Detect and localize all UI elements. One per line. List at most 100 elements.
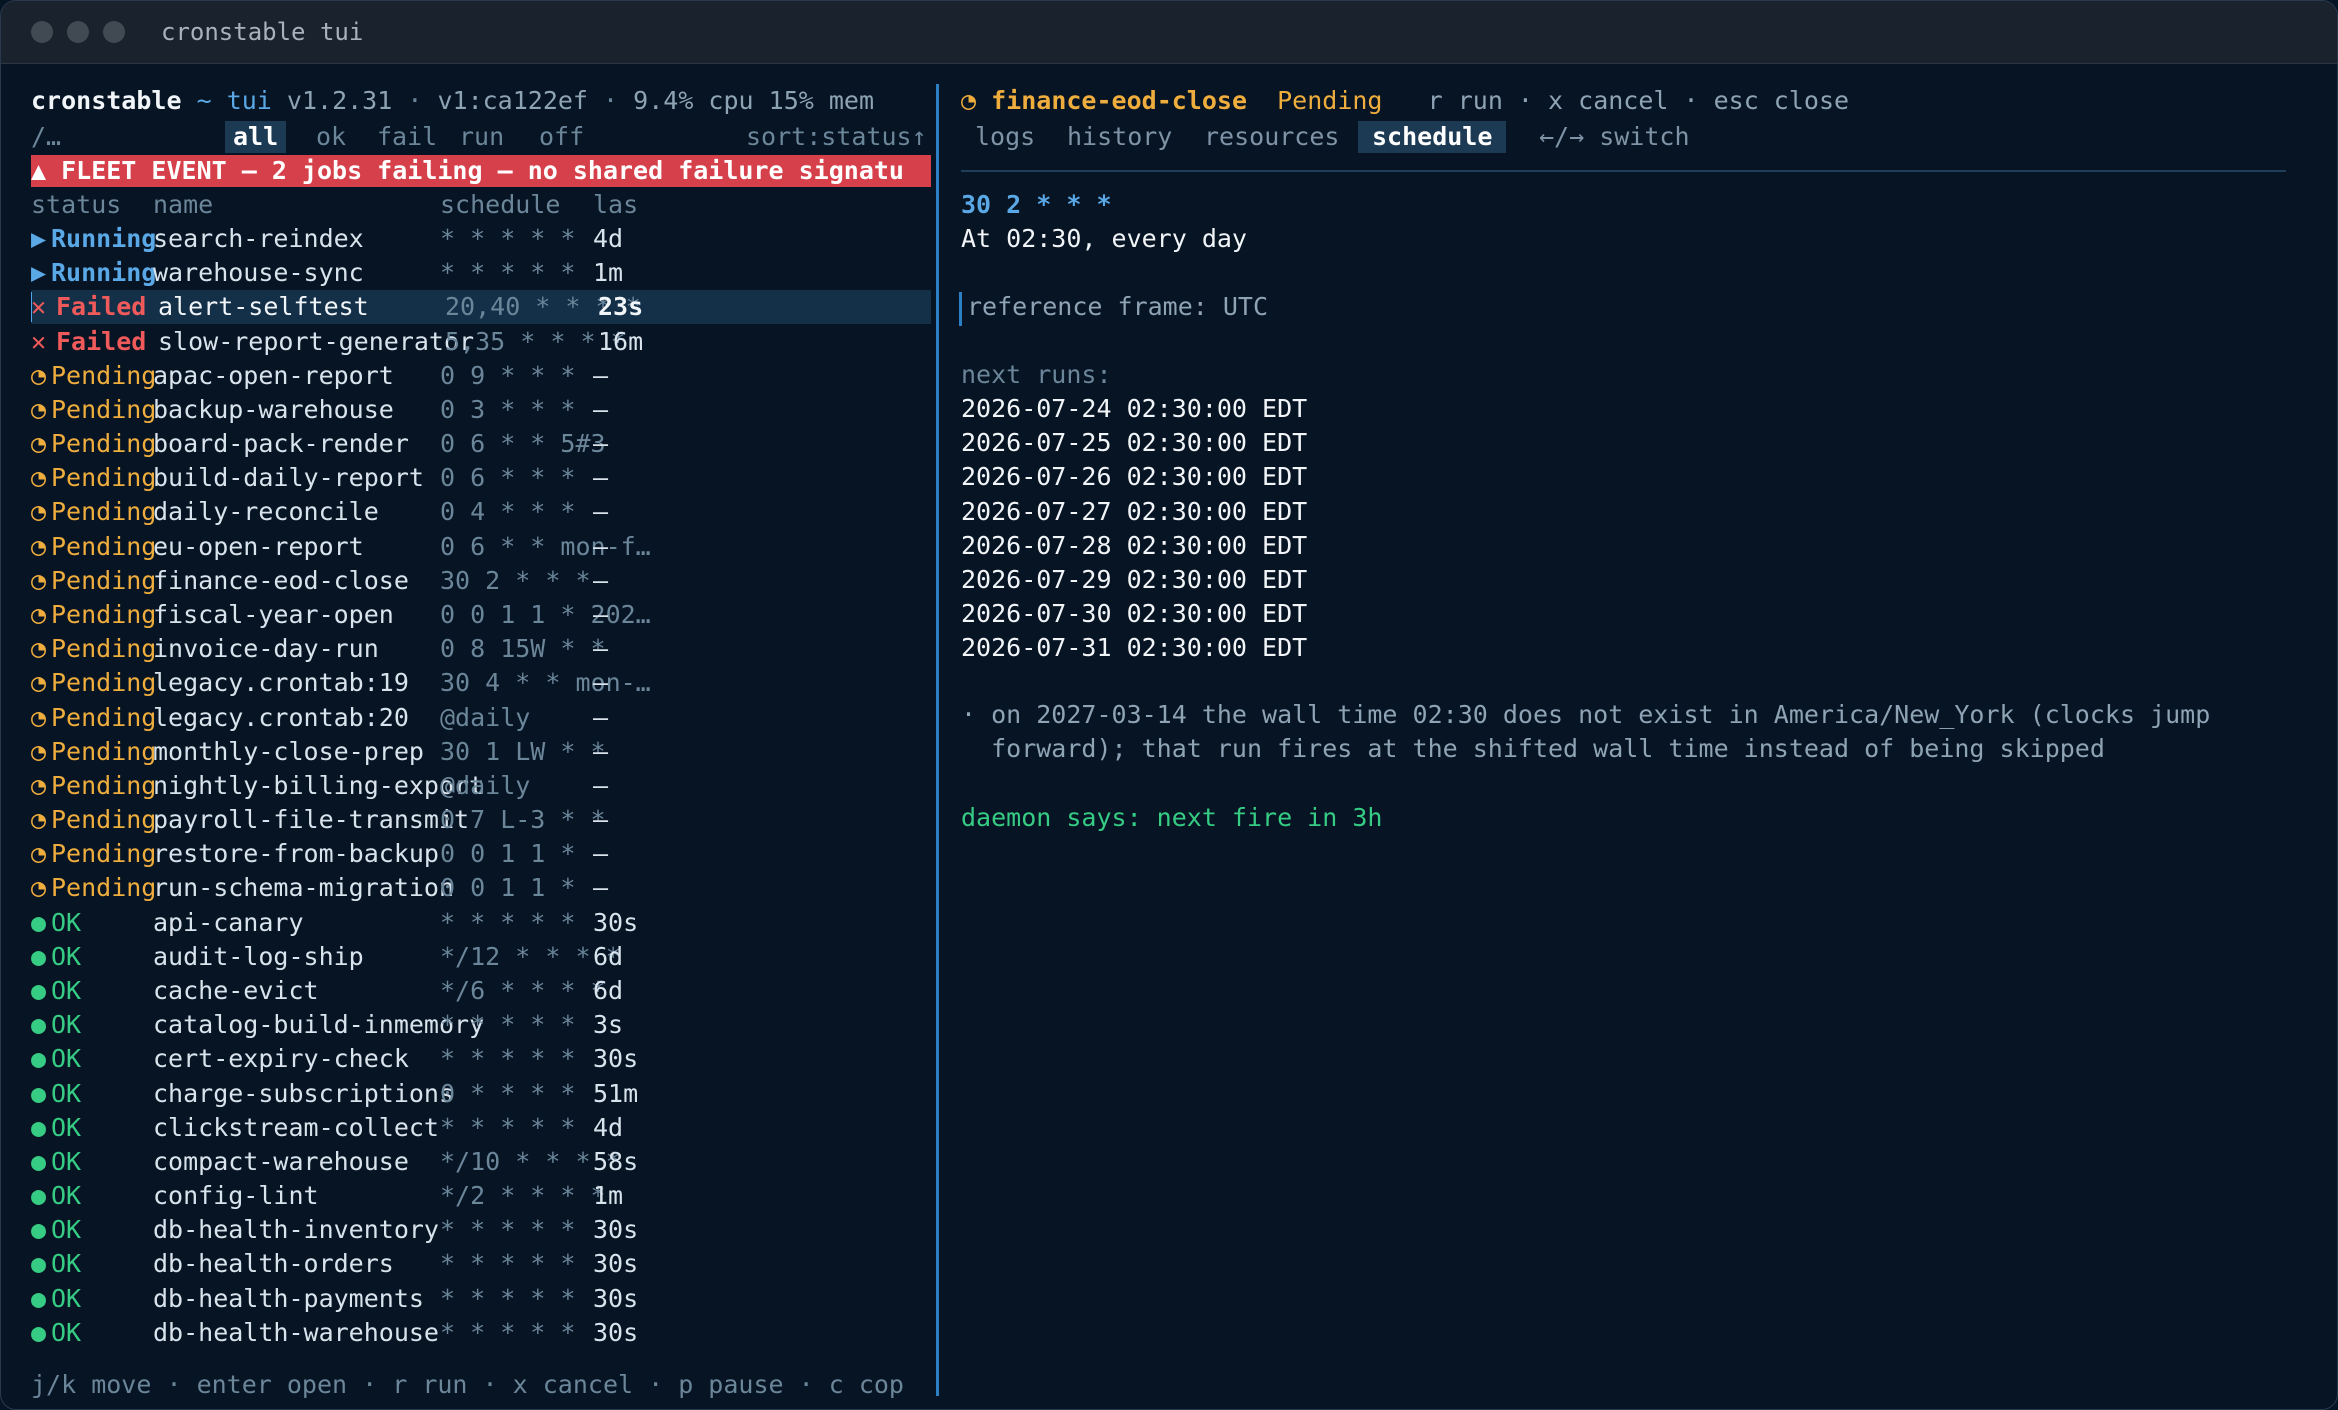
job-status: OK [51, 1215, 82, 1245]
tab-resources[interactable]: resources [1204, 121, 1339, 153]
title-bar: cronstable tui [1, 1, 2337, 64]
ok-status-icon: ● [31, 1317, 47, 1347]
tab-logs[interactable]: logs [975, 121, 1035, 153]
job-last-run: 30s [593, 1044, 639, 1074]
job-row[interactable]: ● OK clickstream-collect * * * * * 4d [31, 1111, 931, 1145]
filter-all[interactable]: all [225, 121, 287, 153]
job-name: audit-log-ship [153, 941, 364, 971]
job-schedule: * * * * * [440, 1215, 576, 1245]
detail-header: ◔ finance-eod-close Pending r run · x ca… [961, 84, 1849, 118]
job-row[interactable]: ✕ Failed slow-report-generator 5,35 * * * *… [31, 325, 931, 359]
job-schedule: 0 9 * * * [440, 360, 576, 390]
job-last-run: 4d [593, 224, 624, 253]
job-row[interactable]: ◔ Pending build-daily-report 0 6 * * * — [31, 461, 931, 495]
job-row[interactable]: ● OK cache-evict */6 * * * * 6d [31, 974, 931, 1008]
job-name: cert-expiry-check [153, 1044, 409, 1074]
filter-off[interactable]: off [539, 121, 584, 153]
pane-divider[interactable] [936, 84, 939, 1396]
job-row[interactable]: ● OK charge-subscriptions 0 * * * * 51m [31, 1077, 931, 1111]
job-row[interactable]: ● OK api-canary * * * * * 30s [31, 906, 931, 940]
job-row[interactable]: ● OK db-health-payments * * * * * 30s [31, 1282, 931, 1316]
job-row[interactable]: ▶ Running warehouse-sync * * * * * 1m [31, 256, 931, 290]
job-status: OK [51, 1010, 82, 1040]
col-last[interactable]: las [593, 188, 638, 222]
search-input[interactable]: /… [31, 121, 61, 153]
job-row[interactable]: ◔ Pending legacy.crontab:19 30 4 * * mon-… — [31, 666, 931, 700]
job-row[interactable]: ◔ Pending payroll-file-transmit 0 7 L-3 * *… [31, 803, 931, 837]
maximize-window-icon[interactable] [103, 21, 125, 43]
filter-ok[interactable]: ok [316, 121, 346, 153]
fleet-event-banner[interactable]: ▲ FLEET EVENT — 2 jobs failing — no shar… [31, 155, 931, 187]
job-status: Pending [51, 839, 157, 869]
job-row[interactable]: ◔ Pending legacy.crontab:20 @daily — [31, 701, 931, 735]
pending-status-icon: ◔ [31, 668, 47, 698]
job-status: OK [51, 1146, 82, 1176]
job-last-run: 6d [593, 975, 624, 1005]
next-runs-label: next runs: [961, 360, 1112, 389]
col-schedule[interactable]: schedule [440, 188, 560, 222]
job-last-run: 1m [593, 258, 624, 288]
job-row[interactable]: ◔ Pending finance-eod-close 30 2 * * * — [31, 564, 931, 598]
job-row[interactable]: ◔ Pending monthly-close-prep 30 1 LW * * — [31, 735, 931, 769]
job-schedule: 0 7 L-3 * * [440, 805, 606, 835]
job-last-run: 51m [593, 1078, 639, 1108]
job-schedule: 0 4 * * * [440, 497, 576, 527]
job-row[interactable]: ◔ Pending daily-reconcile 0 4 * * * — [31, 495, 931, 529]
job-row[interactable]: ◔ Pending backup-warehouse 0 3 * * * — [31, 393, 931, 427]
job-row[interactable]: ● OK db-health-warehouse * * * * * 30s [31, 1316, 931, 1350]
col-status[interactable]: status [31, 188, 121, 222]
job-last-run: 30s [593, 1249, 639, 1279]
job-row[interactable]: ◔ Pending nightly-billing-export @daily — [31, 769, 931, 803]
job-row[interactable]: ✕ Failed alert-selftest 20,40 * * * * 23s [31, 290, 931, 325]
pending-status-icon: ◔ [31, 463, 47, 493]
tab-underline [961, 170, 2286, 172]
tab-schedule[interactable]: schedule [1358, 121, 1507, 153]
job-row[interactable]: ◔ Pending board-pack-render 0 6 * * 5#3— [31, 427, 931, 461]
pending-status-icon: ◔ [31, 873, 47, 903]
job-schedule: * * * * * [440, 907, 576, 937]
minimize-window-icon[interactable] [67, 21, 89, 43]
job-row[interactable]: ● OK cert-expiry-check * * * * * 30s [31, 1042, 931, 1076]
close-window-icon[interactable] [31, 21, 53, 43]
job-status: OK [51, 1181, 82, 1211]
job-row[interactable]: ▶ Running search-reindex * * * * * 4d [31, 222, 931, 256]
job-row[interactable]: ● OK audit-log-ship */12 * * * * 6d [31, 940, 931, 974]
job-status: Pending [51, 531, 157, 561]
job-row[interactable]: ● OK compact-warehouse */10 * * * * 58s [31, 1145, 931, 1179]
job-row[interactable]: ◔ Pending invoice-day-run 0 8 15W * * — [31, 632, 931, 666]
job-schedule: 0 3 * * * [440, 394, 576, 424]
job-last-run: 6d [593, 941, 624, 971]
job-row[interactable]: ● OK config-lint */2 * * * * 1m [31, 1179, 931, 1213]
filter-fail[interactable]: fail [377, 121, 437, 153]
col-name[interactable]: name [153, 188, 213, 222]
reference-frame[interactable]: reference frame: UTC [967, 290, 1268, 324]
job-status: Running [51, 258, 157, 288]
job-schedule: * * * * * [440, 1010, 576, 1040]
next-run-item: 2026-07-29 02:30:00 EDT [961, 565, 1308, 594]
job-row[interactable]: ◔ Pending fiscal-year-open 0 0 1 1 * 202… — [31, 598, 931, 632]
job-status: Pending [51, 565, 157, 595]
filter-run[interactable]: run [459, 121, 504, 153]
job-row[interactable]: ● OK db-health-orders * * * * * 30s [31, 1247, 931, 1281]
job-last-run: 16m [598, 326, 644, 356]
job-status: Pending [51, 394, 157, 424]
job-row[interactable]: ● OK db-health-inventory * * * * * 30s [31, 1213, 931, 1247]
tab-history[interactable]: history [1067, 121, 1172, 153]
job-schedule: @daily [440, 702, 531, 732]
job-detail-pane: ◔ finance-eod-close Pending r run · x ca… [959, 64, 2311, 1409]
job-name: clickstream-collect [153, 1112, 439, 1142]
pending-status-icon: ◔ [31, 360, 47, 390]
job-row[interactable]: ◔ Pending restore-from-backup 0 0 1 1 * — [31, 837, 931, 871]
job-row[interactable]: ◔ Pending run-schema-migration 0 0 1 1 * — [31, 871, 931, 905]
job-last-run: 58s [593, 1146, 639, 1176]
sort-toggle[interactable]: sort:status↑ [746, 121, 927, 153]
next-run-item: 2026-07-30 02:30:00 EDT [961, 599, 1308, 629]
job-row[interactable]: ◔ Pending apac-open-report 0 9 * * * — [31, 359, 931, 393]
job-last-run: — [593, 873, 609, 903]
job-schedule: * * * * * [440, 1112, 576, 1142]
job-row[interactable]: ◔ Pending eu-open-report 0 6 * * mon-f… — [31, 530, 931, 564]
job-schedule: * * * * * [440, 1044, 576, 1074]
job-name: legacy.crontab:20 [153, 702, 409, 732]
job-row[interactable]: ● OK catalog-build-inmemory * * * * * 3s [31, 1008, 931, 1042]
job-last-run: — [593, 565, 609, 595]
